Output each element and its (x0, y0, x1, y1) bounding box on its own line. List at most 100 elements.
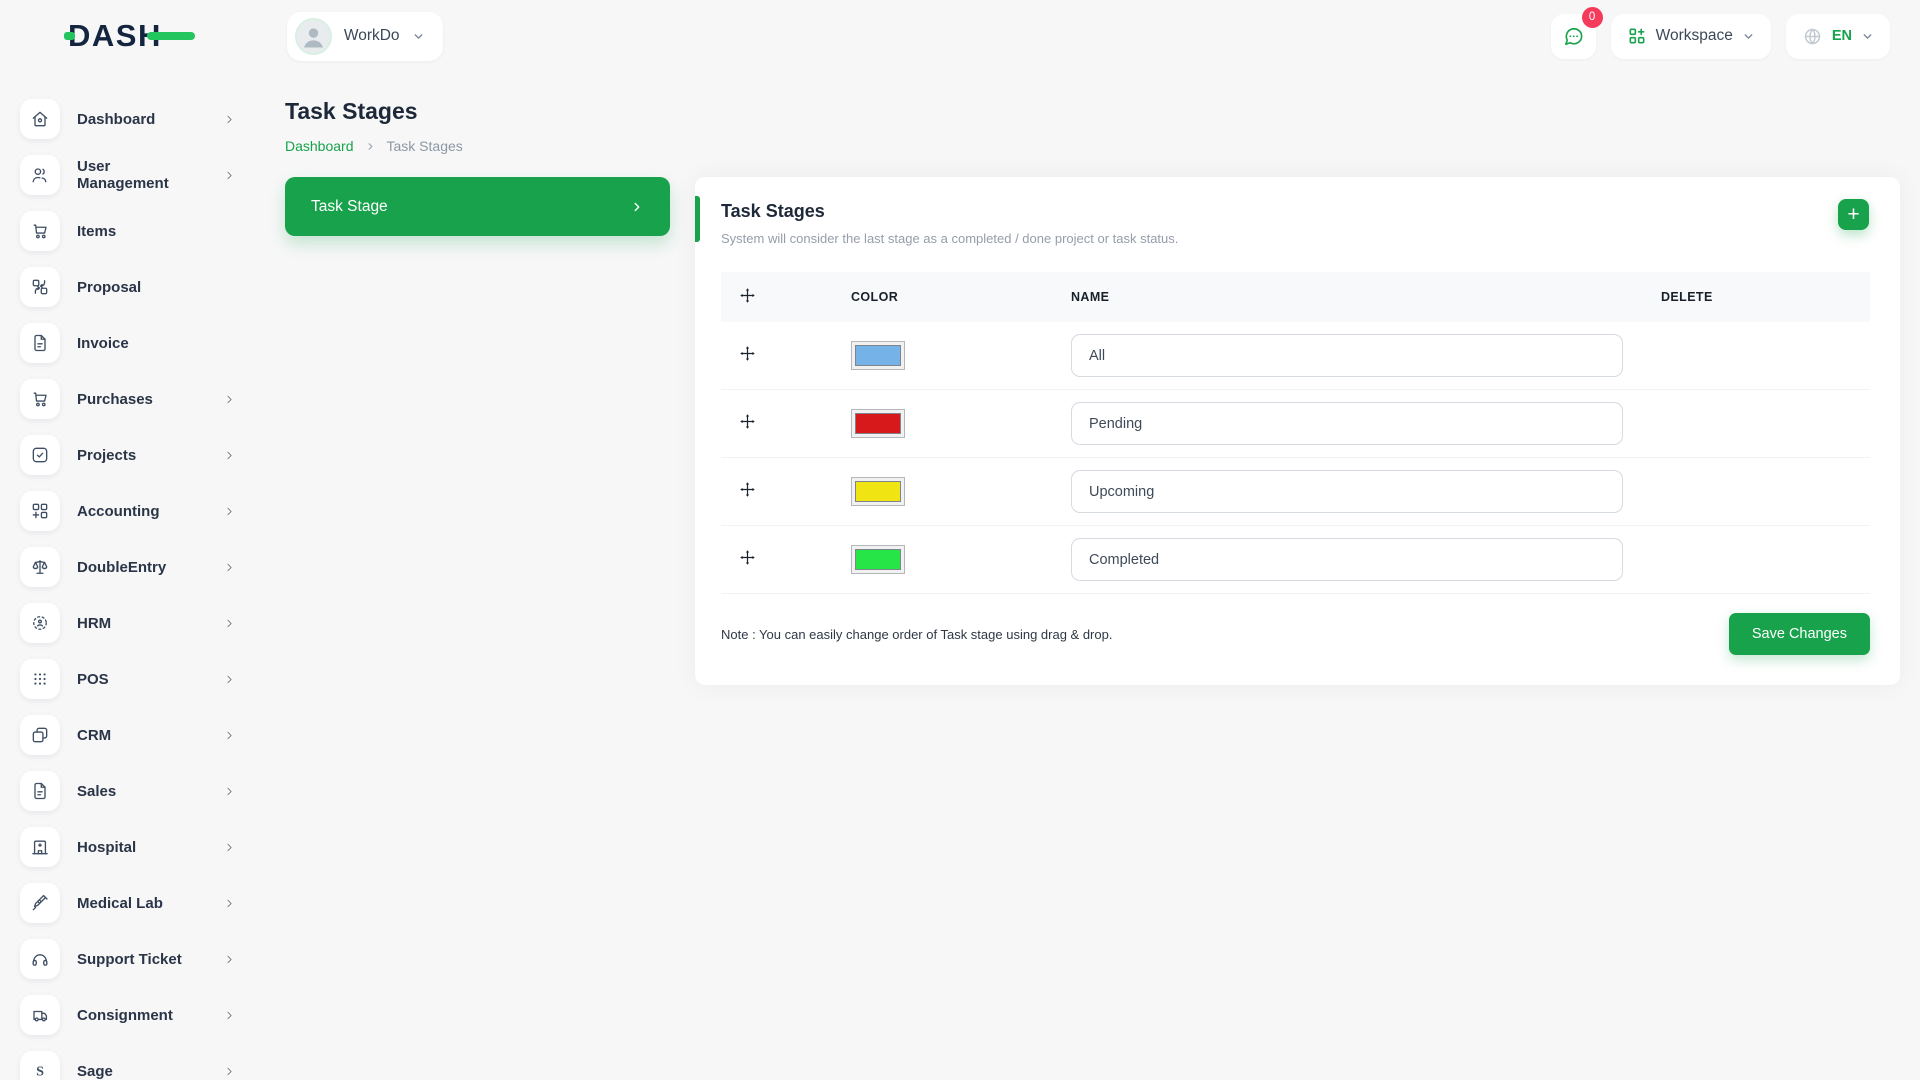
sidebar-item-dashboard[interactable]: Dashboard (20, 91, 260, 147)
sidebar: DashboardUser Management Items Proposal Inv… (0, 72, 260, 1080)
chevron-right-icon (223, 729, 236, 742)
messages-button[interactable]: 0 (1551, 14, 1596, 59)
delete-cell (1651, 322, 1870, 390)
stage-color-picker[interactable] (851, 341, 905, 370)
sidebar-item-hospital[interactable]: Hospital (20, 819, 260, 875)
settings-subnav: Task Stage (285, 177, 670, 236)
cart-icon (20, 379, 60, 419)
chevron-right-icon (223, 617, 236, 630)
save-changes-button[interactable]: Save Changes (1729, 613, 1870, 655)
stage-name-input[interactable] (1071, 538, 1623, 581)
drag-handle-icon[interactable] (739, 345, 756, 362)
stage-color-picker[interactable] (851, 477, 905, 506)
drag-handle-icon[interactable] (739, 549, 756, 566)
sidebar-item-support-ticket[interactable]: Support Ticket (20, 931, 260, 987)
content-row: Task Stage Task Stages System will consi… (285, 177, 1900, 685)
chevron-right-icon (223, 1065, 236, 1078)
language-dropdown[interactable]: EN (1786, 14, 1890, 59)
delete-cell (1651, 458, 1870, 526)
drag-handle-icon[interactable] (739, 481, 756, 498)
move-column-header (721, 272, 841, 322)
sidebar-item-label: Purchases (77, 391, 153, 408)
workspace-dropdown[interactable]: Workspace (1611, 14, 1771, 59)
sidebar-item-label: Items (77, 223, 116, 240)
chevron-right-icon (223, 449, 236, 462)
chat-icon (1562, 25, 1585, 48)
sidebar-item-purchases[interactable]: Purchases (20, 371, 260, 427)
language-label: EN (1832, 28, 1852, 44)
grid-dots-icon (20, 659, 60, 699)
sidebar-item-medical-lab[interactable]: Medical Lab (20, 875, 260, 931)
sidebar-item-user-management[interactable]: User Management (20, 147, 260, 203)
sidebar-item-label: Accounting (77, 503, 160, 520)
chevron-right-icon (223, 393, 236, 406)
syringe-icon (20, 883, 60, 923)
sidebar-item-sage[interactable]: S Sage (20, 1043, 260, 1080)
chevron-right-icon (223, 561, 236, 574)
chevron-down-icon (1861, 30, 1874, 43)
sidebar-item-label: Proposal (77, 279, 141, 296)
sidebar-item-proposal[interactable]: Proposal (20, 259, 260, 315)
sidebar-item-label: Medical Lab (77, 895, 163, 912)
file-icon (20, 771, 60, 811)
stage-name-input[interactable] (1071, 334, 1623, 377)
sidebar-item-projects[interactable]: Projects (20, 427, 260, 483)
chevron-right-icon (223, 897, 236, 910)
sidebar-item-crm[interactable]: CRM (20, 707, 260, 763)
sidebar-item-label: Projects (77, 447, 136, 464)
chevron-right-icon (223, 169, 236, 182)
name-column-header: NAME (1061, 272, 1651, 322)
breadcrumb: Dashboard Task Stages (285, 138, 1900, 154)
subnav-item-label: Task Stage (311, 198, 388, 216)
sidebar-item-items[interactable]: Items (20, 203, 260, 259)
messages-count-badge: 0 (1582, 7, 1603, 28)
company-name: WorkDo (344, 27, 400, 45)
chevron-right-icon (365, 141, 376, 152)
sidebar-item-label: Support Ticket (77, 951, 182, 968)
stage-row-pending (721, 390, 1870, 458)
stage-color-picker[interactable] (851, 545, 905, 574)
stage-color-swatch (855, 345, 901, 366)
stage-name-input[interactable] (1071, 402, 1623, 445)
svg-text:S: S (36, 1064, 44, 1080)
sidebar-item-doubleentry[interactable]: DoubleEntry (20, 539, 260, 595)
sidebar-item-accounting[interactable]: Accounting (20, 483, 260, 539)
scale-icon (20, 547, 60, 587)
sidebar-item-label: Sales (77, 783, 116, 800)
user-dashed-icon (20, 603, 60, 643)
stage-color-swatch (855, 481, 901, 502)
drag-drop-note: Note : You can easily change order of Ta… (721, 627, 1112, 642)
sidebar-item-label: POS (77, 671, 109, 688)
workspace-label: Workspace (1656, 27, 1733, 45)
building-icon (20, 827, 60, 867)
stage-color-picker[interactable] (851, 409, 905, 438)
sidebar-item-label: DoubleEntry (77, 559, 166, 576)
add-stage-button[interactable]: + (1838, 199, 1869, 230)
main-content: Task Stages Dashboard Task Stages Task S… (260, 72, 1920, 685)
subnav-item-task-stage[interactable]: Task Stage (285, 177, 670, 236)
sidebar-item-pos[interactable]: POS (20, 651, 260, 707)
sidebar-item-invoice[interactable]: Invoice (20, 315, 260, 371)
delete-column-header: DELETE (1651, 272, 1870, 322)
table-header: COLOR NAME DELETE (721, 272, 1870, 322)
chevron-down-icon (1742, 30, 1755, 43)
dash-logo[interactable]: DASH (64, 18, 195, 54)
topbar-actions: 0 Workspace EN (1551, 14, 1890, 59)
drag-handle-icon[interactable] (739, 413, 756, 430)
page-title: Task Stages (285, 98, 1900, 125)
sidebar-item-label: Hospital (77, 839, 136, 856)
logo-accent-dot (64, 32, 75, 40)
stage-name-input[interactable] (1071, 470, 1623, 513)
breadcrumb-dashboard-link[interactable]: Dashboard (285, 138, 354, 154)
task-stages-card: Task Stages System will consider the las… (695, 177, 1900, 685)
sidebar-item-consignment[interactable]: Consignment (20, 987, 260, 1043)
breadcrumb-current: Task Stages (387, 138, 463, 154)
home-icon (20, 99, 60, 139)
delete-cell (1651, 526, 1870, 594)
sidebar-item-label: Sage (77, 1063, 113, 1080)
sidebar-item-sales[interactable]: Sales (20, 763, 260, 819)
company-dropdown[interactable]: WorkDo (287, 12, 443, 61)
stage-row-all (721, 322, 1870, 390)
chevron-right-icon (223, 841, 236, 854)
sidebar-item-hrm[interactable]: HRM (20, 595, 260, 651)
